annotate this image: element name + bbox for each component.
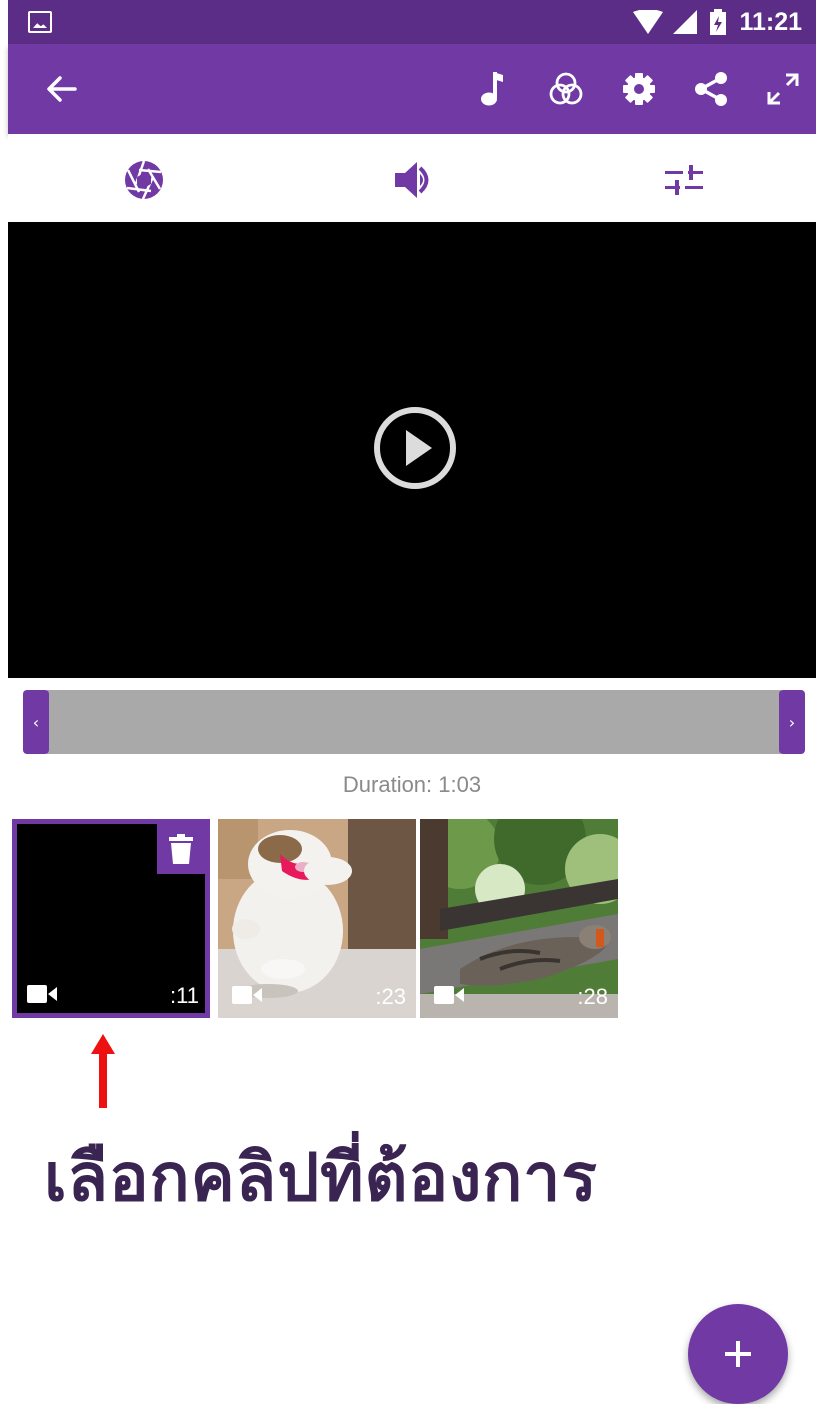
- clip-duration: :23: [375, 984, 406, 1009]
- clip-item[interactable]: :23: [218, 819, 416, 1018]
- trash-icon: [169, 834, 193, 864]
- back-button[interactable]: [38, 66, 84, 112]
- clip-duration: :11: [170, 983, 199, 1008]
- tune-sliders-icon: [665, 165, 703, 195]
- back-arrow-icon: [47, 76, 77, 102]
- trim-scrubber[interactable]: ‹ ›: [23, 690, 805, 754]
- scrubber-track[interactable]: [47, 690, 781, 754]
- clip-item[interactable]: :28: [420, 819, 618, 1018]
- video-camera-icon: [232, 986, 262, 1004]
- color-filter-button[interactable]: [543, 66, 589, 112]
- fullscreen-icon: [767, 73, 799, 105]
- clip-duration: :28: [577, 984, 608, 1009]
- status-indicators: 11:21: [633, 8, 802, 36]
- app-bar: [8, 44, 816, 134]
- video-camera-icon: [27, 985, 57, 1003]
- video-preview[interactable]: [8, 222, 816, 678]
- fullscreen-button[interactable]: [760, 66, 806, 112]
- cell-signal-icon: [673, 10, 698, 34]
- wifi-icon: [633, 10, 664, 34]
- gallery-notification-icon: [28, 11, 52, 33]
- app-screen: 11:21 ‹ › Duration: 1:03:11:23:28 เลื…: [8, 0, 816, 1404]
- battery-charging-icon: [710, 9, 727, 35]
- plus-icon: [725, 1341, 751, 1367]
- total-duration: Duration: 1:03: [342, 772, 482, 797]
- trim-end-handle[interactable]: ›: [779, 690, 805, 754]
- tab-theme[interactable]: [122, 158, 166, 202]
- status-time: 11:21: [739, 7, 802, 36]
- add-clip-button[interactable]: [688, 1304, 788, 1404]
- share-icon: [695, 72, 727, 106]
- status-bar: 11:21: [8, 0, 816, 44]
- play-button-icon[interactable]: [373, 406, 457, 490]
- settings-button[interactable]: [616, 66, 662, 112]
- settings-gear-icon: [623, 73, 655, 105]
- share-button[interactable]: [688, 66, 734, 112]
- tool-tabs: [8, 134, 816, 222]
- music-button[interactable]: [470, 66, 516, 112]
- clip-item-selected[interactable]: :11: [12, 819, 210, 1018]
- video-camera-icon: [434, 986, 464, 1004]
- delete-clip-button[interactable]: [157, 824, 205, 874]
- aperture-icon: [125, 160, 163, 200]
- tab-audio[interactable]: [391, 158, 435, 202]
- music-note-icon: [481, 72, 503, 106]
- color-filter-icon: [549, 72, 583, 105]
- volume-icon: [395, 162, 429, 198]
- annotation-caption: เลือกคลิปที่ต้องการ: [44, 1139, 598, 1216]
- red-arrow-icon: [91, 1034, 115, 1108]
- trim-start-handle[interactable]: ‹: [23, 690, 49, 754]
- tab-adjust[interactable]: [662, 158, 706, 202]
